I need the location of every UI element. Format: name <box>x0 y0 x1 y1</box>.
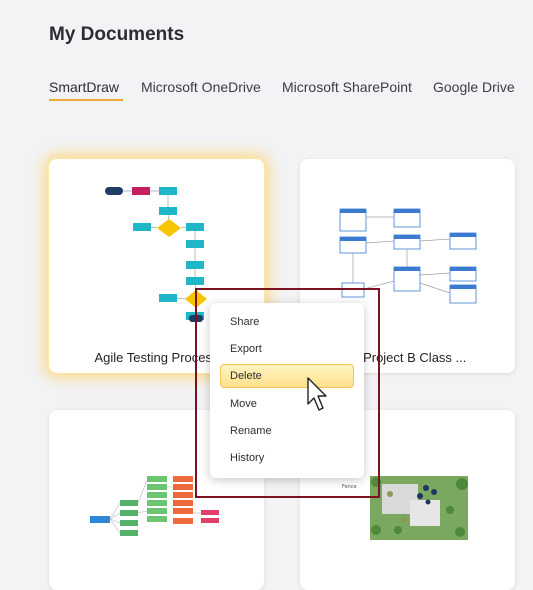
menu-item-delete[interactable]: Delete <box>220 364 354 388</box>
menu-item-rename[interactable]: Rename <box>220 419 354 443</box>
tab-smartdraw[interactable]: SmartDraw <box>49 79 119 95</box>
tab-google-drive[interactable]: Google Drive <box>433 79 515 95</box>
mouse-pointer-icon <box>307 377 327 411</box>
tab-sharepoint[interactable]: Microsoft SharePoint <box>282 79 412 95</box>
menu-item-move[interactable]: Move <box>220 392 354 416</box>
active-tab-indicator <box>49 99 123 101</box>
menu-item-history[interactable]: History <box>220 446 354 470</box>
menu-item-export[interactable]: Export <box>220 337 354 361</box>
tab-onedrive[interactable]: Microsoft OneDrive <box>141 79 261 95</box>
context-menu: Share Export Delete Move Rename History <box>210 303 364 478</box>
svg-text:Fence: Fence <box>342 484 357 490</box>
page-title: My Documents <box>49 24 185 45</box>
menu-item-share[interactable]: Share <box>220 310 354 334</box>
